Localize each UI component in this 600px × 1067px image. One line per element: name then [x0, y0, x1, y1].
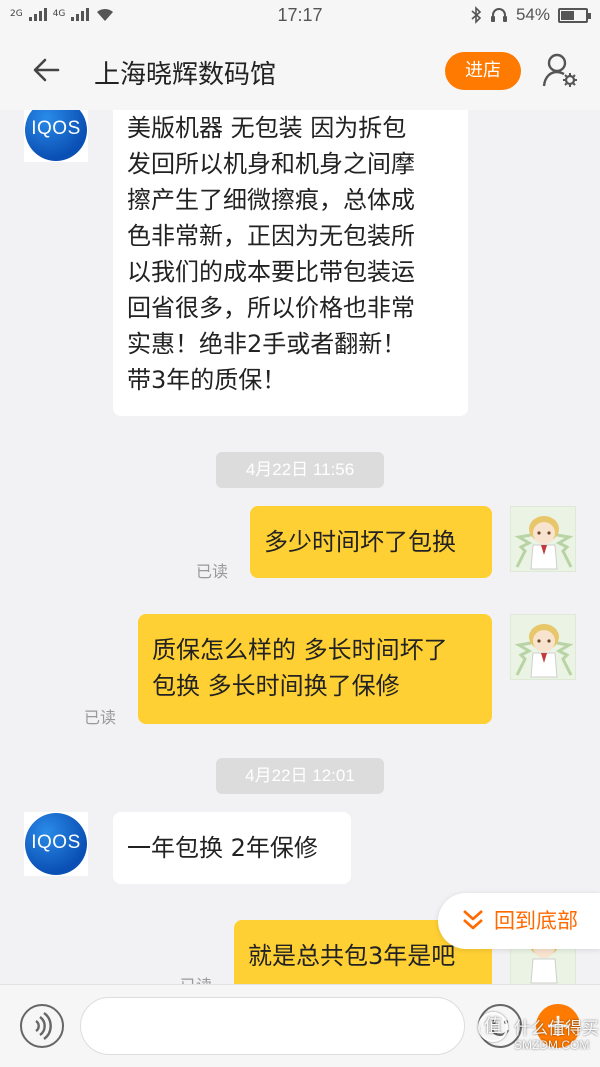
headset-icon: [490, 8, 507, 22]
message-input[interactable]: [80, 997, 465, 1055]
message-line: 带3年的质保！: [127, 366, 287, 394]
double-chevron-down-icon: [463, 910, 483, 930]
message-line: 质保怎么样的 多长时间坏了: [152, 636, 448, 664]
shop-avatar[interactable]: IQOS: [24, 812, 88, 876]
battery-fill: [561, 10, 574, 20]
battery-percent: 54%: [515, 5, 550, 24]
message-line: 回省很多，所以价格也非常: [127, 294, 415, 322]
watermark: 值 什么值得买 SMZDM.COM: [476, 1002, 600, 1062]
shop-avatar[interactable]: IQOS: [24, 110, 88, 162]
read-receipt: 已读: [196, 562, 229, 581]
message-line: 擦产生了细微擦痕，总体成: [127, 186, 415, 214]
read-receipt: 已读: [180, 972, 212, 984]
voice-icon[interactable]: [20, 1004, 64, 1048]
back-to-bottom-button[interactable]: 回到底部: [438, 893, 600, 949]
iqos-logo: IQOS: [25, 110, 87, 161]
back-to-bottom-label: 回到底部: [494, 909, 578, 933]
avatar-illustration: [514, 516, 574, 570]
message-line: 发回所以机身和机身之间摩: [127, 150, 415, 178]
message-line: 实惠！绝非2手或者翻新！: [127, 330, 407, 358]
watermark-text: 什么值得买: [514, 1019, 599, 1039]
message-line: 包换 多长时间换了保修: [152, 672, 400, 700]
message-line: 多少时间坏了包换: [264, 528, 456, 556]
message-line: 色非常新，正因为无包装所: [127, 222, 415, 250]
message-bubble-self[interactable]: 质保怎么样的 多长时间坏了 包换 多长时间换了保修: [138, 614, 492, 724]
user-settings-icon[interactable]: [540, 50, 580, 90]
message-bubble-self[interactable]: 多少时间坏了包换: [250, 506, 492, 578]
status-right: 54%: [470, 5, 591, 25]
read-receipt: 已读: [84, 708, 117, 727]
user-avatar[interactable]: [510, 614, 576, 680]
avatar-illustration: [514, 624, 574, 678]
message-line: 美版机器 无包装 因为拆包: [127, 114, 407, 142]
message-line: 就是总共包3年是吧: [248, 942, 456, 970]
message-bubble-shop[interactable]: 一年包换 2年保修: [113, 812, 351, 884]
message-list[interactable]: IQOS 美版机器 无包装 因为拆包 发回所以机身和机身之间摩 擦产生了细微擦痕…: [0, 110, 600, 984]
message-bubble-shop[interactable]: 美版机器 无包装 因为拆包 发回所以机身和机身之间摩 擦产生了细微擦痕，总体成 …: [113, 110, 468, 416]
battery-icon: [558, 7, 591, 23]
timestamp-chip: 4月22日 11:56: [216, 452, 384, 488]
user-avatar[interactable]: [510, 506, 576, 572]
message-line: 以我们的成本要比带包装运: [127, 258, 415, 286]
chat-header: 上海晓辉数码馆 进店: [0, 32, 600, 110]
watermark-url: SMZDM.COM: [514, 1038, 590, 1052]
bluetooth-icon: [471, 6, 482, 24]
enter-store-button[interactable]: 进店: [445, 52, 521, 90]
smzdm-logo: 值: [478, 1012, 508, 1042]
timestamp-chip: 4月22日 12:01: [216, 758, 384, 794]
status-bar: 2G 4G 17:17 54%: [0, 0, 600, 32]
message-line: 一年包换 2年保修: [127, 834, 318, 862]
back-arrow-icon[interactable]: [28, 52, 64, 88]
iqos-logo: IQOS: [25, 813, 87, 875]
shop-title: 上海晓辉数码馆: [94, 60, 277, 90]
